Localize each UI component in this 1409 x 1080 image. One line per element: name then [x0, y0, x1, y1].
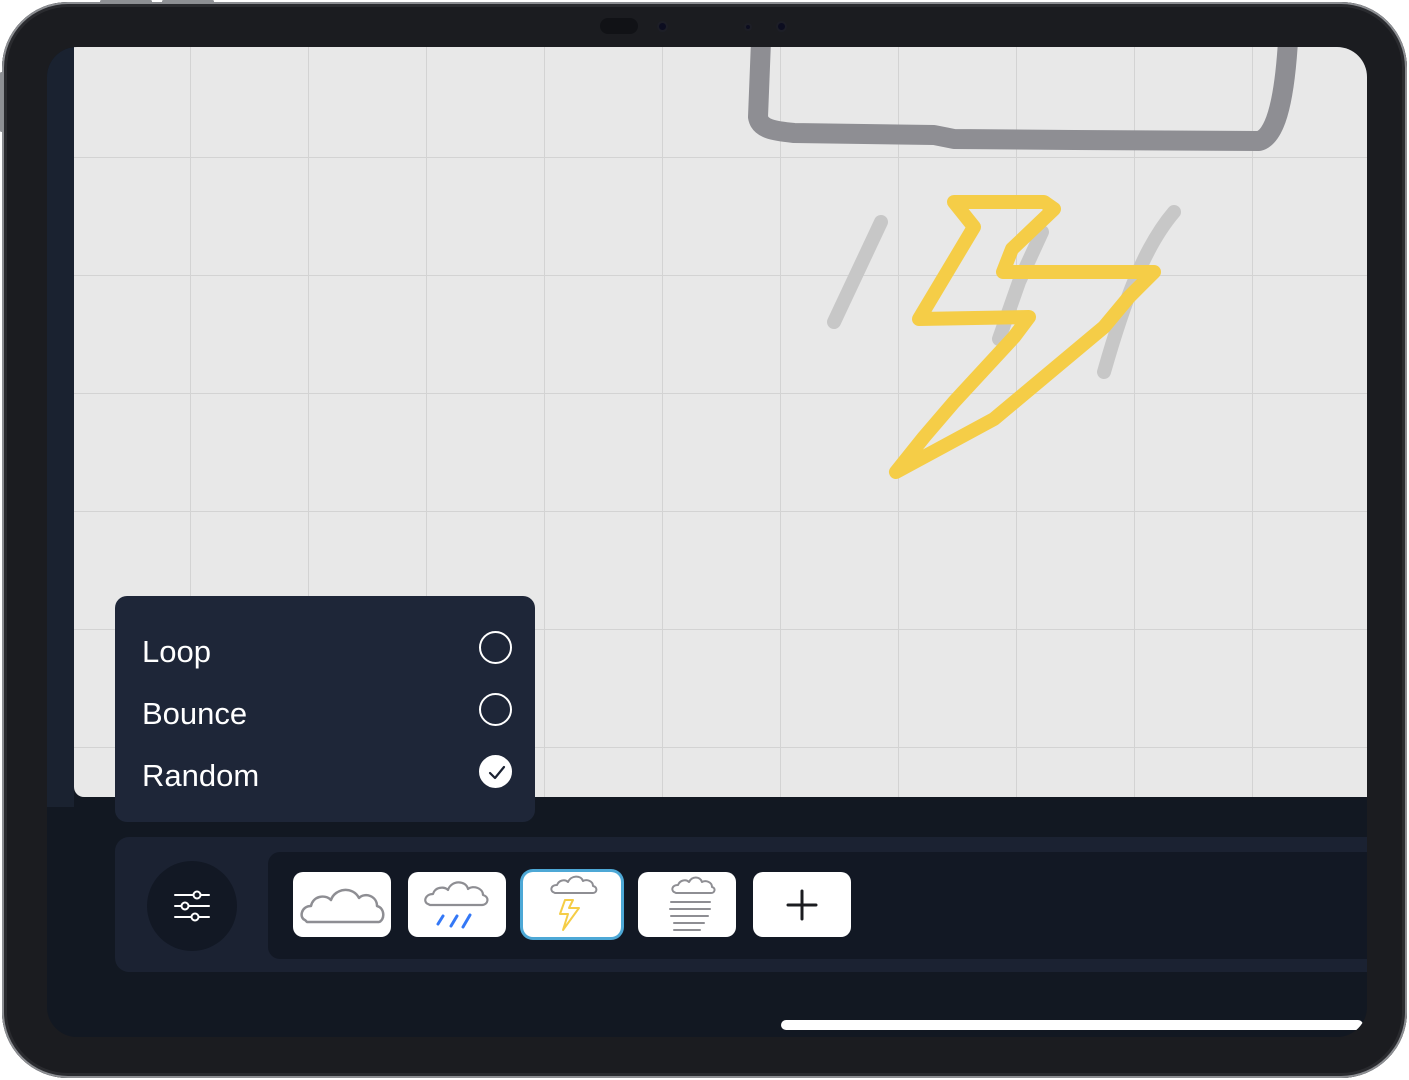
proximity-sensor	[778, 23, 785, 30]
frame-strip	[268, 852, 1367, 959]
ambient-sensor	[746, 25, 750, 29]
cloud-rain-icon	[424, 881, 489, 929]
rain-stroke-left	[827, 215, 888, 329]
canvas-edge	[47, 47, 74, 807]
mode-label: Random	[142, 758, 260, 793]
side-button	[0, 72, 3, 132]
sliders-icon	[174, 890, 210, 922]
home-indicator[interactable]	[781, 1020, 1363, 1030]
frame-thumbnail-lightning[interactable]	[523, 872, 621, 937]
ipad-frame: Loop Bounce Random	[0, 0, 1407, 1078]
app-screen: Loop Bounce Random	[47, 47, 1367, 1037]
frame-thumbnail-cloud[interactable]	[293, 872, 391, 937]
mode-label: Loop	[142, 634, 211, 669]
sensor-housing	[600, 18, 638, 34]
frame-thumbnail-fog[interactable]	[638, 872, 736, 937]
front-camera	[659, 23, 666, 30]
playback-mode-menu: Loop Bounce Random	[115, 596, 535, 822]
animation-settings-button[interactable]	[147, 861, 237, 951]
radio-unchecked-icon[interactable]	[479, 631, 512, 664]
plus-icon	[786, 889, 818, 921]
radio-unchecked-icon[interactable]	[479, 693, 512, 726]
mode-option-random[interactable]: Random	[142, 750, 512, 798]
cloud-icon	[300, 888, 385, 924]
frame-toolbar	[115, 837, 1367, 972]
cloud-lightning-icon	[550, 875, 598, 931]
mode-label: Bounce	[142, 696, 248, 731]
cloud-stroke	[748, 47, 1298, 151]
top-button-right	[162, 0, 214, 3]
cloud-fog-icon	[669, 876, 716, 931]
add-frame-button[interactable]	[753, 872, 851, 937]
checkmark-circle-icon[interactable]	[479, 755, 512, 788]
mode-option-loop[interactable]: Loop	[142, 626, 512, 674]
frame-thumbnail-rain[interactable]	[408, 872, 506, 937]
mode-option-bounce[interactable]: Bounce	[142, 688, 512, 736]
top-button-left	[100, 0, 152, 3]
